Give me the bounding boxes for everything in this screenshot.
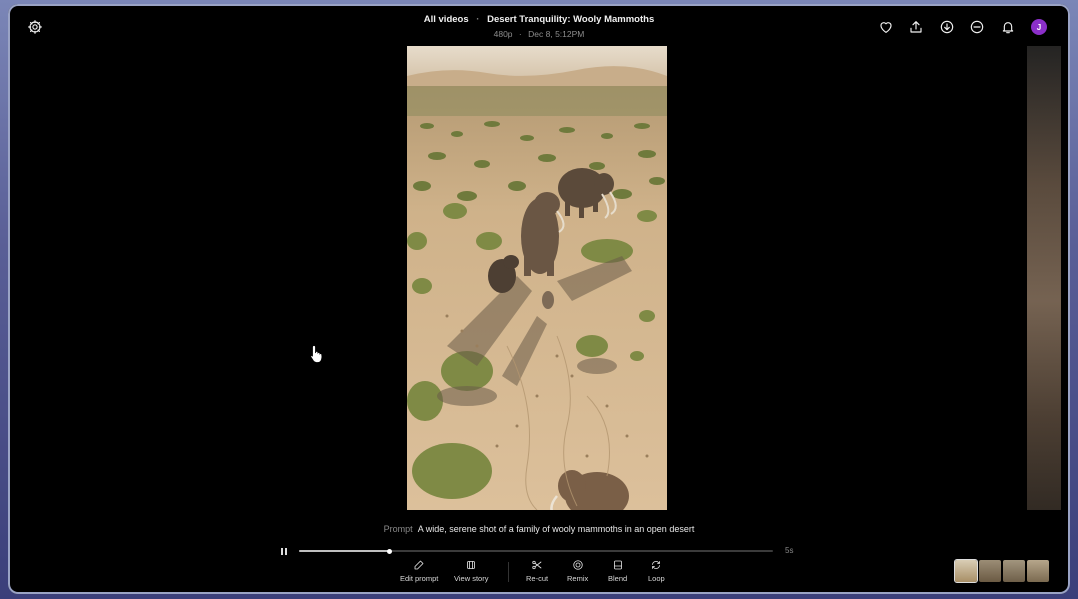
view-story-button[interactable]: View story bbox=[454, 559, 488, 583]
minus-circle-icon[interactable] bbox=[966, 16, 988, 38]
duration-label: 5s bbox=[785, 546, 794, 555]
variation-thumbnails bbox=[954, 559, 1049, 583]
breadcrumb-separator: · bbox=[476, 14, 480, 25]
toolbar-divider bbox=[508, 562, 509, 582]
remix-icon bbox=[572, 560, 583, 570]
pencil-icon bbox=[414, 560, 424, 570]
thumbnail-1[interactable] bbox=[954, 559, 978, 583]
progress-fill bbox=[299, 550, 390, 552]
heart-icon[interactable] bbox=[875, 16, 897, 38]
blend-label: Blend bbox=[608, 574, 628, 583]
recut-label: Re-cut bbox=[526, 574, 549, 583]
remix-label: Remix bbox=[567, 574, 589, 583]
loop-icon bbox=[652, 561, 661, 569]
blend-button[interactable]: Blend bbox=[608, 559, 627, 583]
video-frame-mammoths bbox=[407, 46, 667, 510]
prompt-text: A wide, serene shot of a family of wooly… bbox=[417, 524, 695, 534]
edit-prompt-label: Edit prompt bbox=[400, 574, 439, 583]
upload-icon[interactable] bbox=[905, 16, 927, 38]
prompt-line: Prompt A wide, serene shot of a family of… bbox=[8, 524, 1070, 534]
edit-prompt-button[interactable]: Edit prompt bbox=[400, 559, 438, 583]
remix-button[interactable]: Remix bbox=[567, 559, 588, 583]
scissors-icon bbox=[532, 560, 542, 570]
pause-button[interactable] bbox=[277, 544, 291, 558]
download-icon[interactable] bbox=[936, 16, 958, 38]
progress-bar[interactable] bbox=[299, 548, 773, 554]
view-story-label: View story bbox=[454, 574, 489, 583]
all-videos-link[interactable]: All videos bbox=[424, 14, 469, 25]
thumbnail-4[interactable] bbox=[1027, 560, 1049, 582]
video-viewer-window: All videos · Desert Tranquility: Wooly M… bbox=[8, 4, 1070, 594]
pause-icon bbox=[280, 542, 288, 560]
video-player[interactable] bbox=[407, 46, 667, 510]
meta-separator: · bbox=[518, 29, 522, 39]
progress-handle[interactable] bbox=[387, 548, 393, 554]
video-title: Desert Tranquility: Wooly Mammoths bbox=[487, 14, 655, 25]
prompt-label: Prompt bbox=[383, 524, 413, 534]
resolution-label: 480p bbox=[493, 29, 513, 39]
thumbnail-3[interactable] bbox=[1003, 560, 1025, 582]
next-video-peek[interactable] bbox=[1027, 46, 1061, 510]
blend-icon bbox=[613, 560, 622, 570]
bell-icon[interactable] bbox=[997, 16, 1019, 38]
loop-label: Loop bbox=[648, 574, 665, 583]
hand-cursor-icon bbox=[310, 345, 323, 363]
storyboard-icon bbox=[467, 561, 476, 569]
thumbnail-2[interactable] bbox=[979, 560, 1001, 582]
recut-button[interactable]: Re-cut bbox=[526, 559, 548, 583]
avatar[interactable]: J bbox=[1031, 19, 1047, 35]
loop-button[interactable]: Loop bbox=[648, 559, 665, 583]
date-label: Dec 8, 5:12PM bbox=[528, 29, 585, 39]
